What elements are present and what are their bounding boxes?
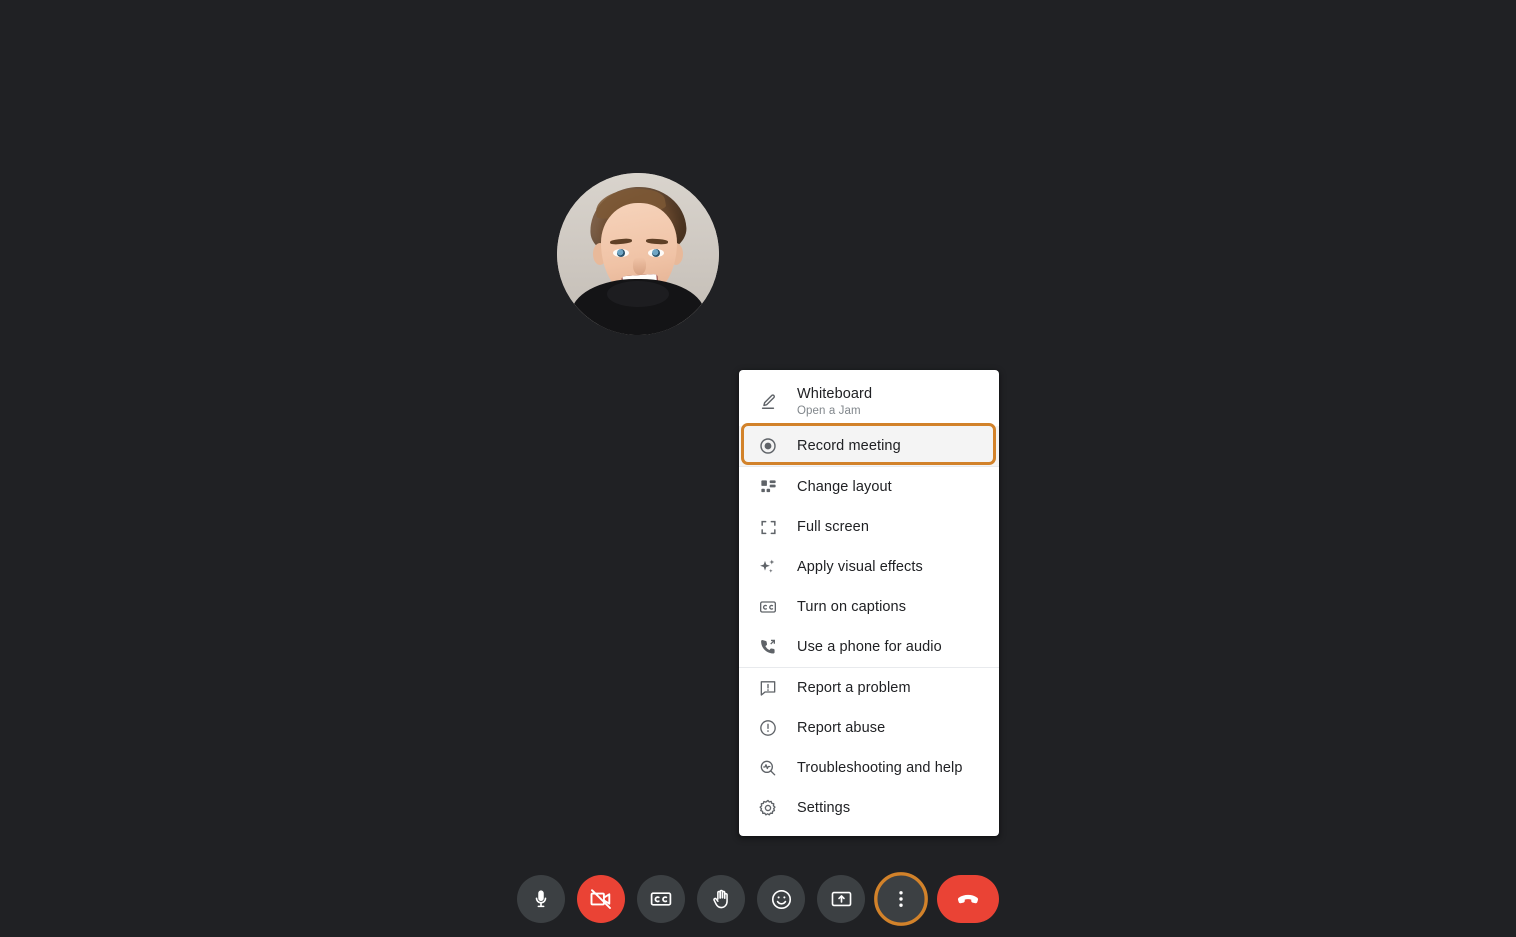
menu-item-apply-visual-effects-label: Apply visual effects [797,558,923,575]
menu-item-settings-texts: Settings [797,800,850,816]
menu-group-content: Whiteboard Open a Jam Record meeting [739,378,999,466]
menu-item-turn-on-captions-texts: Turn on captions [797,599,906,615]
avatar-photo [557,173,719,335]
camera-off-icon [589,887,613,911]
more-options-button[interactable] [877,875,925,923]
warning-circle-icon [753,718,783,738]
present-screen-icon [830,888,853,911]
pen-edit-icon [753,392,783,412]
menu-item-turn-on-captions-label: Turn on captions [797,598,907,615]
menu-item-change-layout[interactable]: Change layout [739,467,999,507]
menu-item-settings-label: Settings [797,799,851,816]
menu-item-record-meeting[interactable]: Record meeting [739,426,999,466]
reactions-button[interactable] [757,875,805,923]
meeting-controls-toolbar [0,875,1516,923]
avatar-turtleneck [571,279,705,335]
record-circle-icon [753,436,783,456]
leave-call-button[interactable] [937,875,999,923]
avatar-brow-left [609,238,633,245]
menu-item-report-a-problem[interactable]: Report a problem [739,668,999,708]
menu-item-report-a-problem-label: Report a problem [797,679,911,696]
menu-item-record-meeting-texts: Record meeting [797,438,901,454]
menu-item-apply-visual-effects-texts: Apply visual effects [797,559,923,575]
microphone-button[interactable] [517,875,565,923]
raise-hand-button[interactable] [697,875,745,923]
menu-item-record-meeting-label: Record meeting [797,437,901,454]
participant-avatar [557,173,719,335]
avatar-brow-right [645,238,669,245]
closed-captions-icon [649,887,673,911]
avatar-iris-right [652,249,660,257]
avatar-nose [633,257,646,275]
avatar-eye-right [648,249,664,257]
fullscreen-icon [753,518,783,537]
menu-item-troubleshooting-and-help-label: Troubleshooting and help [797,759,963,776]
phone-forward-icon [753,637,783,657]
menu-item-report-abuse-label: Report abuse [797,719,886,736]
menu-item-use-phone-for-audio[interactable]: Use a phone for audio [739,627,999,667]
menu-item-troubleshooting-and-help-texts: Troubleshooting and help [797,760,963,776]
camera-button[interactable] [577,875,625,923]
microphone-icon [530,888,552,910]
avatar-iris-left [617,249,625,257]
gear-icon [753,798,783,818]
menu-item-troubleshooting-and-help[interactable]: Troubleshooting and help [739,748,999,788]
menu-item-settings[interactable]: Settings [739,788,999,828]
menu-item-turn-on-captions[interactable]: Turn on captions [739,587,999,627]
menu-item-full-screen-label: Full screen [797,518,870,535]
sparkles-icon [753,557,783,577]
raise-hand-icon [710,888,733,911]
menu-item-report-a-problem-texts: Report a problem [797,680,911,696]
captions-button[interactable] [637,875,685,923]
menu-item-whiteboard[interactable]: Whiteboard Open a Jam [739,378,999,426]
menu-group-view: Change layout Full screen Apply visual e… [739,466,999,667]
more-vertical-icon [890,888,912,910]
menu-item-whiteboard-texts: Whiteboard Open a Jam [797,386,872,418]
menu-item-full-screen-texts: Full screen [797,519,869,535]
menu-item-whiteboard-sublabel: Open a Jam [797,405,861,418]
feedback-icon [753,678,783,698]
present-now-button[interactable] [817,875,865,923]
menu-item-use-phone-for-audio-texts: Use a phone for audio [797,639,942,655]
menu-item-change-layout-label: Change layout [797,478,892,495]
troubleshoot-magnifier-icon [753,758,783,778]
menu-item-change-layout-texts: Change layout [797,479,892,495]
menu-item-use-phone-for-audio-label: Use a phone for audio [797,638,942,655]
menu-item-full-screen[interactable]: Full screen [739,507,999,547]
hangup-phone-icon [955,886,981,912]
more-options-menu[interactable]: Whiteboard Open a Jam Record meeting Cha… [739,370,999,836]
menu-item-report-abuse-texts: Report abuse [797,720,885,736]
menu-item-report-abuse[interactable]: Report abuse [739,708,999,748]
layout-grid-icon [753,478,783,497]
emoji-smiley-icon [770,888,793,911]
closed-captions-icon [753,597,783,617]
menu-group-help: Report a problem Report abuse Troublesho… [739,667,999,828]
avatar-eye-left [613,249,629,257]
menu-item-whiteboard-label: Whiteboard [797,385,873,402]
menu-item-apply-visual-effects[interactable]: Apply visual effects [739,547,999,587]
